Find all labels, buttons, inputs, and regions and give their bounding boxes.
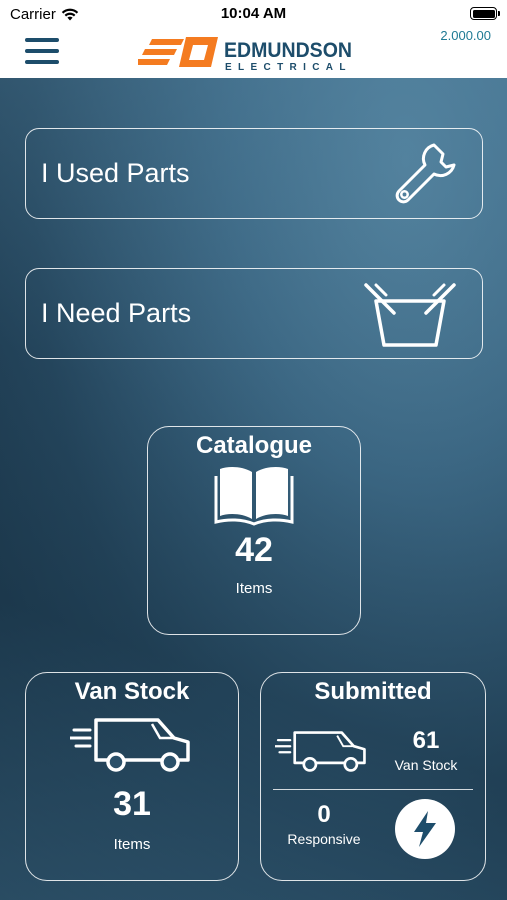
catalogue-tile[interactable]: Catalogue 42 Items: [147, 426, 361, 635]
lightning-button[interactable]: [395, 799, 455, 859]
app-header: EDMUNDSON ELECTRICAL 2.000.00: [0, 28, 507, 78]
lightning-icon: [414, 811, 436, 847]
submitted-van-stock-count: 61: [412, 727, 440, 754]
submitted-van-stock-label: Van Stock: [394, 757, 458, 773]
svg-text:ELECTRICAL: ELECTRICAL: [225, 62, 351, 73]
need-parts-button[interactable]: I Need Parts: [25, 268, 483, 359]
used-parts-button[interactable]: I Used Parts: [25, 128, 483, 219]
edmundson-logo: EDMUNDSON ELECTRICAL: [138, 37, 352, 73]
van-icon: [68, 718, 190, 772]
van-stock-unit: Items: [113, 836, 151, 853]
van-stock-title: Van Stock: [74, 678, 190, 705]
submitted-van-stock[interactable]: 61 Van Stock: [381, 727, 471, 773]
submitted-divider: [273, 789, 473, 790]
submitted-tile[interactable]: Submitted 61 Van Stock 0 Responsive: [260, 672, 486, 881]
catalogue-unit: Items: [235, 580, 273, 597]
dashboard-main: I Used Parts I Need Parts Catalogue 42 I…: [0, 78, 507, 900]
van-stock-count: 31: [113, 785, 151, 823]
van-stock-tile[interactable]: Van Stock 31 Items: [25, 672, 239, 881]
submitted-van-icon: [275, 731, 366, 772]
balance-amount: 2.000.00: [440, 28, 491, 43]
submitted-title: Submitted: [314, 678, 432, 705]
catalogue-title: Catalogue: [195, 432, 312, 459]
submitted-responsive[interactable]: 0 Responsive: [279, 801, 369, 847]
hamburger-menu-button[interactable]: [25, 38, 59, 66]
wrench-icon: [395, 143, 456, 204]
need-parts-label: I Need Parts: [41, 297, 192, 328]
open-book-icon: [214, 467, 294, 526]
responsive-count: 0: [317, 801, 331, 828]
svg-text:EDMUNDSON: EDMUNDSON: [224, 39, 352, 62]
basket-icon: [364, 283, 456, 347]
catalogue-count: 42: [235, 531, 273, 569]
battery-icon: [470, 7, 500, 20]
responsive-label: Responsive: [287, 831, 361, 847]
status-time: 10:04 AM: [220, 5, 287, 22]
status-bar: Carrier 10:04 AM: [0, 0, 507, 28]
used-parts-label: I Used Parts: [41, 157, 190, 188]
